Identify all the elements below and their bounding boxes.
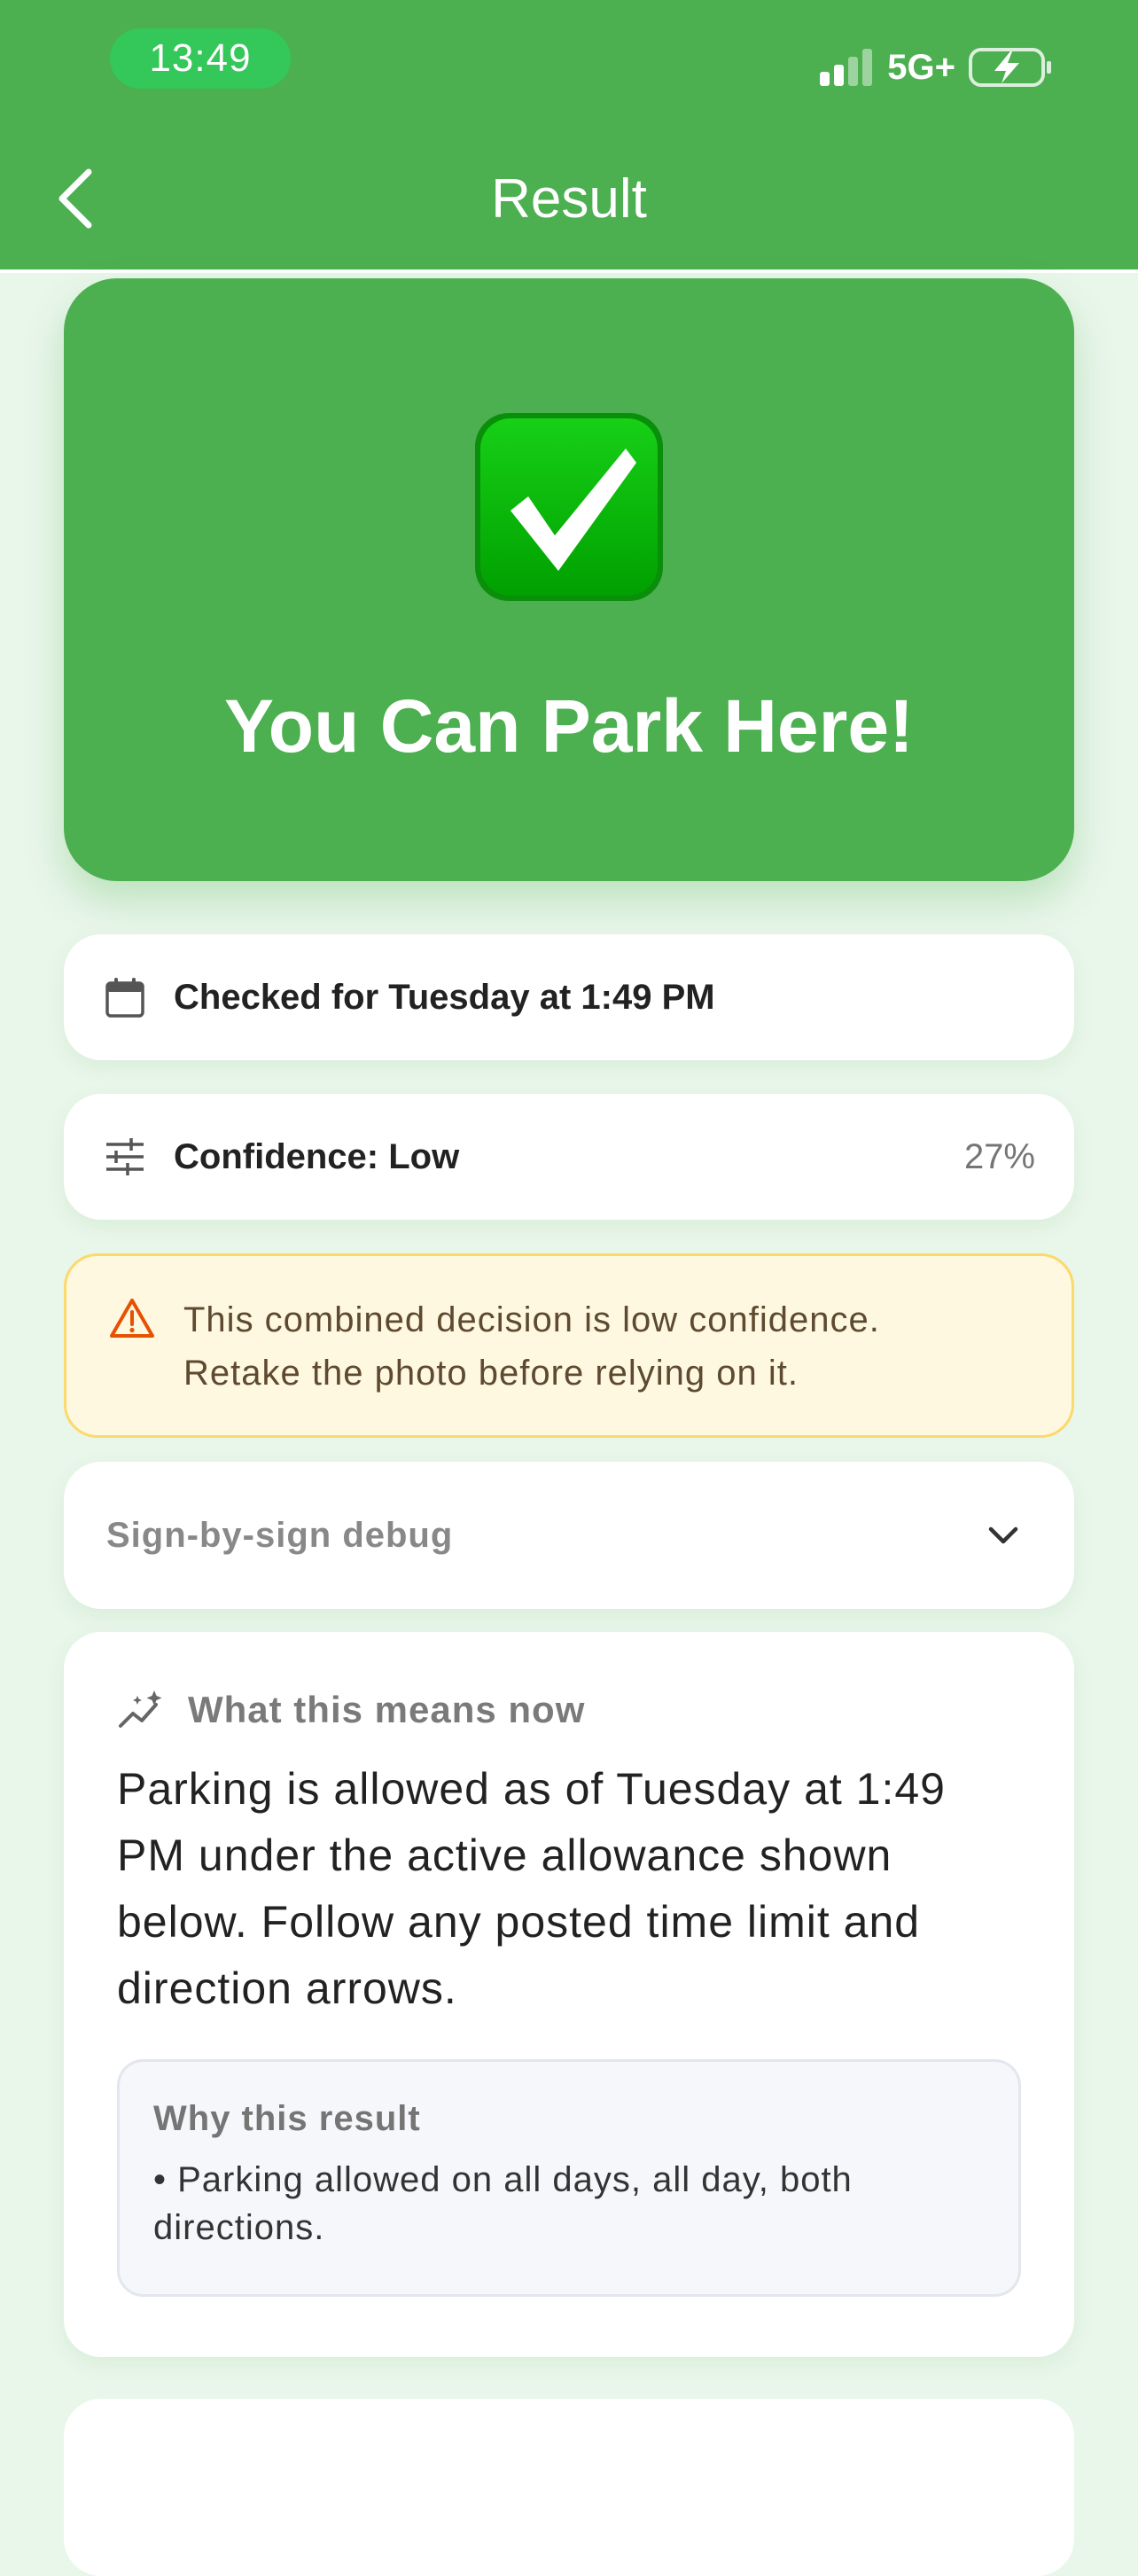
- warning-line-1: This combined decision is low confidence…: [183, 1300, 880, 1339]
- cellular-signal-icon: [820, 49, 873, 86]
- warning-triangle-icon: [110, 1299, 154, 1338]
- battery-charging-icon: [969, 48, 1051, 87]
- why-result-box: Why this result • Parking allowed on all…: [117, 2059, 1021, 2297]
- warning-line-2: Retake the photo before relying on it.: [183, 1354, 799, 1393]
- meaning-body: Parking is allowed as of Tuesday at 1:49…: [117, 1764, 946, 2013]
- next-card: [64, 2399, 1074, 2576]
- sliders-icon: [106, 1138, 144, 1175]
- chevron-down-icon[interactable]: [982, 1514, 1025, 1557]
- confidence-label: Confidence: Low: [174, 1136, 460, 1176]
- sign-debug-label: Sign-by-sign debug: [106, 1515, 454, 1555]
- check-mark-icon: [475, 413, 663, 601]
- calendar-icon: [105, 978, 144, 1018]
- low-confidence-warning: This combined decision is low confidence…: [64, 1253, 1074, 1438]
- result-hero-card: You Can Park Here!: [64, 278, 1074, 881]
- status-time: 13:49: [110, 28, 291, 89]
- checked-time-label: Checked for Tuesday at 1:49 PM: [174, 977, 715, 1017]
- result-title: You Can Park Here!: [223, 684, 915, 768]
- why-result-title: Why this result: [153, 2099, 421, 2138]
- confidence-percent: 27%: [963, 1136, 1035, 1176]
- why-result-item: • Parking allowed on all days, all day, …: [153, 2160, 853, 2247]
- checked-time-card: Checked for Tuesday at 1:49 PM: [64, 934, 1074, 1060]
- meaning-title: What this means now: [188, 1689, 586, 1730]
- app-header: 13:49 5G+ Result: [0, 0, 1138, 273]
- confidence-card: Confidence: Low 27%: [64, 1094, 1074, 1220]
- sign-debug-toggle[interactable]: Sign-by-sign debug: [64, 1462, 1074, 1609]
- network-type: 5G+: [887, 47, 955, 87]
- sparkle-trend-icon: [119, 1690, 162, 1728]
- status-indicators: 5G+: [818, 41, 1053, 94]
- page-title: Result: [491, 168, 647, 230]
- warning-message: This combined decision is low confidence…: [183, 1293, 880, 1435]
- meaning-card: What this means now Parking is allowed a…: [64, 1632, 1074, 2357]
